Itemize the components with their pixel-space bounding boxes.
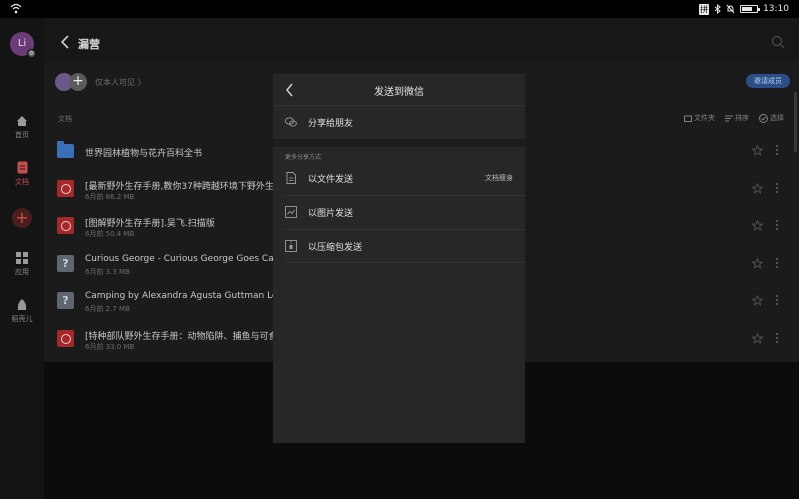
create-new-button[interactable]: + bbox=[12, 208, 32, 228]
file-icon bbox=[286, 172, 296, 184]
sidebar-item-home[interactable]: 首页 bbox=[0, 115, 44, 140]
sort-button[interactable]: 排序 bbox=[725, 113, 749, 123]
zip-icon bbox=[285, 240, 297, 252]
star-icon[interactable] bbox=[752, 295, 763, 306]
unknown-file-icon: ? bbox=[57, 292, 74, 309]
option-label: 以压缩包发送 bbox=[308, 243, 363, 253]
home-icon bbox=[17, 116, 27, 126]
wifi-icon bbox=[10, 3, 22, 14]
file-name: [特种部队野外生存手册：动物陷阱、捕鱼与可食 bbox=[85, 331, 275, 342]
more-icon[interactable] bbox=[775, 218, 779, 232]
folder-plus-icon bbox=[684, 115, 692, 122]
star-icon[interactable] bbox=[752, 332, 763, 344]
page-title: 漏营 bbox=[78, 38, 100, 51]
option-label: 以文件发送 bbox=[308, 175, 354, 185]
star-icon[interactable] bbox=[752, 182, 763, 194]
avatar-badge: ⚙ bbox=[27, 49, 36, 58]
sidebar: Li ⚙ 首页 文档 + 应用 稻壳儿 bbox=[0, 18, 44, 499]
more-icon[interactable] bbox=[775, 293, 779, 307]
back-arrow-icon[interactable] bbox=[60, 35, 70, 49]
dialog-title: 发送到微信 bbox=[374, 87, 424, 98]
clock: 13:10 bbox=[763, 4, 789, 14]
file-meta: 6月前 33.0 MB bbox=[85, 342, 135, 351]
sidebar-item-label: 首页 bbox=[15, 131, 29, 139]
send-as-image-option[interactable]: 以图片发送 bbox=[273, 197, 525, 227]
header-bar bbox=[44, 18, 799, 64]
slim-doc-tag[interactable]: 文档瘦身 bbox=[485, 173, 513, 183]
sidebar-item-label: 稻壳儿 bbox=[11, 315, 33, 323]
more-icon[interactable] bbox=[775, 331, 779, 345]
star-icon[interactable] bbox=[752, 257, 763, 269]
sidebar-item-label: 应用 bbox=[15, 268, 29, 276]
select-button[interactable]: 选择 bbox=[759, 113, 784, 123]
file-name: Camping by Alexandra Agusta Guttman Lock bbox=[85, 291, 275, 301]
bluetooth-icon bbox=[714, 4, 721, 14]
star-icon[interactable] bbox=[752, 220, 763, 231]
more-icon[interactable] bbox=[775, 181, 779, 195]
divider bbox=[285, 195, 525, 196]
file-meta: 6月前 50.4 MB bbox=[85, 230, 135, 238]
add-member-button[interactable]: + bbox=[69, 73, 87, 91]
sort-icon bbox=[725, 115, 733, 121]
file-name: [最新野外生存手册,教你37种跨越环境下野外生存 bbox=[85, 181, 275, 192]
sidebar-item-documents[interactable]: 文档 bbox=[0, 161, 44, 187]
file-meta: 6月前 86.2 MB bbox=[85, 192, 135, 201]
option-label: 分享给朋友 bbox=[308, 119, 354, 129]
mute-bell-icon bbox=[726, 4, 735, 14]
list-toolbar: 文件夹 排序 选择 bbox=[684, 113, 784, 123]
list-section-label: 文档 bbox=[58, 115, 72, 123]
dialog-separator bbox=[273, 139, 525, 147]
sidebar-item-label: 文档 bbox=[15, 178, 29, 186]
file-name: Curious George - Curious George Goes Cam… bbox=[85, 253, 275, 264]
wechat-icon bbox=[285, 117, 297, 127]
visibility-label[interactable]: 仅本人可见 〉 bbox=[95, 77, 146, 88]
send-as-zip-option[interactable]: 以压缩包发送 bbox=[273, 231, 525, 261]
share-dialog: 发送到微信 分享给朋友 更多分享方式 以文件发送 文档瘦身 以图片发送 以压缩包… bbox=[273, 74, 525, 443]
folder-icon bbox=[57, 141, 74, 158]
pdf-icon bbox=[57, 217, 74, 234]
file-name: [图解野外生存手册].吴飞.扫描版 bbox=[85, 219, 215, 229]
sidebar-item-docer[interactable]: 稻壳儿 bbox=[0, 298, 44, 324]
ime-indicator: 拼 bbox=[699, 3, 710, 15]
sidebar-item-apps[interactable]: 应用 bbox=[0, 252, 44, 277]
more-icon[interactable] bbox=[775, 143, 779, 157]
new-folder-button[interactable]: 文件夹 bbox=[684, 113, 715, 123]
unknown-file-icon: ? bbox=[57, 254, 74, 272]
grid-icon bbox=[16, 252, 28, 264]
option-label: 以图片发送 bbox=[308, 209, 354, 219]
pdf-icon bbox=[57, 329, 74, 347]
star-icon[interactable] bbox=[752, 145, 763, 156]
members-row: + 仅本人可见 〉 bbox=[55, 72, 146, 92]
leaf-icon bbox=[17, 299, 27, 310]
pdf-icon bbox=[57, 179, 74, 197]
image-icon bbox=[285, 206, 297, 218]
file-meta: 6月前 3.3 MB bbox=[85, 267, 130, 276]
search-icon[interactable] bbox=[771, 35, 785, 49]
status-bar: 拼 13:10 bbox=[0, 0, 799, 18]
battery-icon bbox=[740, 5, 761, 13]
dialog-header: 发送到微信 bbox=[273, 74, 525, 106]
scrollbar[interactable] bbox=[794, 92, 797, 152]
send-as-file-option[interactable]: 以文件发送 文档瘦身 bbox=[273, 163, 525, 193]
divider bbox=[285, 229, 525, 230]
section-label: 更多分享方式 bbox=[285, 154, 322, 161]
invite-members-button[interactable]: 邀请成员 bbox=[746, 74, 790, 88]
document-icon bbox=[17, 161, 27, 174]
divider bbox=[285, 262, 525, 263]
share-to-friend-option[interactable]: 分享给朋友 bbox=[273, 107, 525, 137]
check-circle-icon bbox=[759, 113, 768, 123]
more-icon[interactable] bbox=[775, 256, 779, 270]
file-meta: 6月前 2.7 MB bbox=[85, 305, 130, 313]
